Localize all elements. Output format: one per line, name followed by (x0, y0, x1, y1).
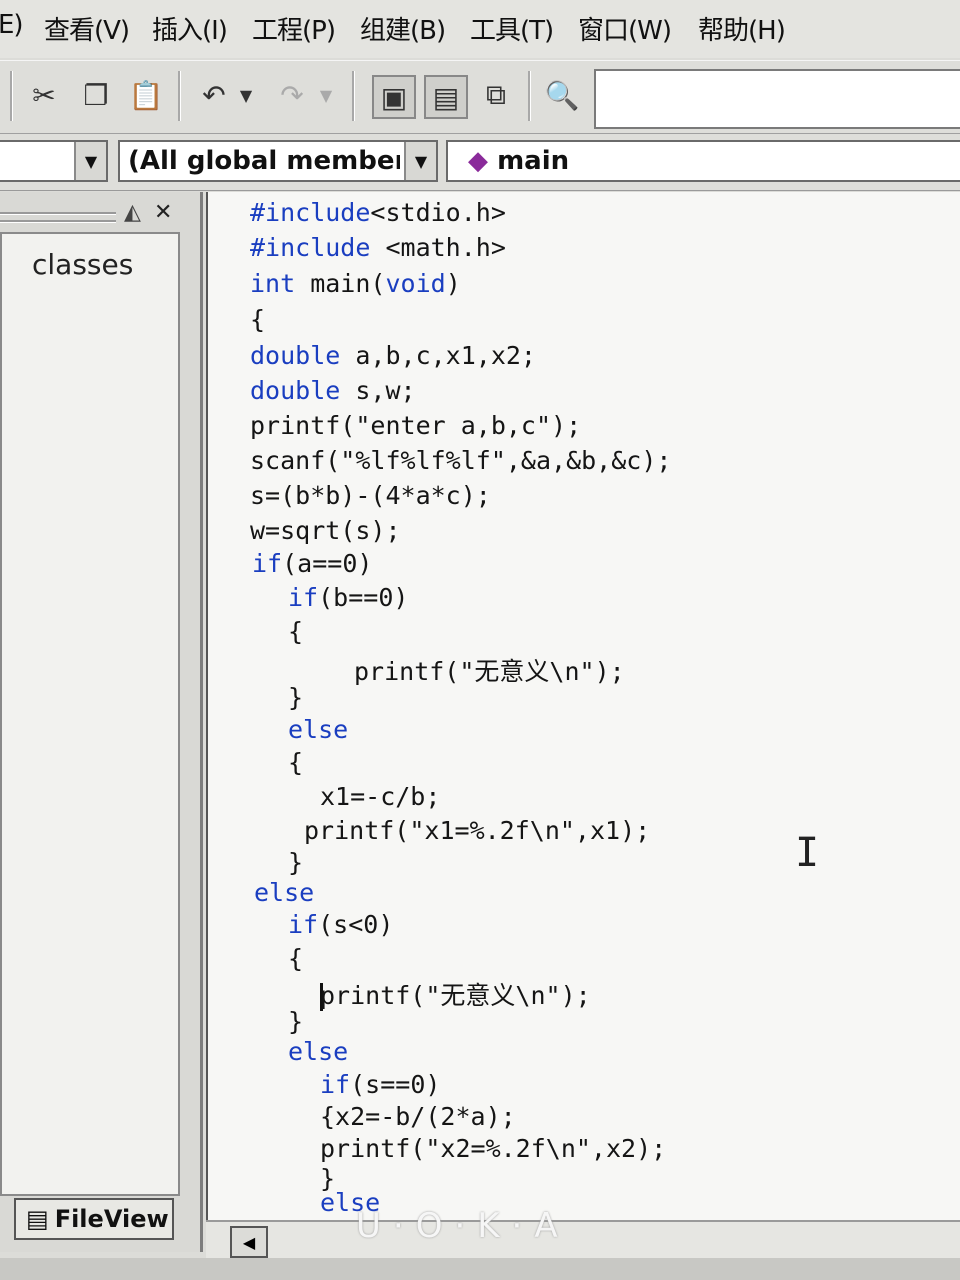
code-line: { (250, 305, 266, 334)
code-line: printf("x2=%.2f\n",x2); (320, 1134, 667, 1163)
workspace-icon[interactable]: ▣ (372, 75, 416, 119)
preprocessor-directive: #include (250, 233, 371, 262)
tree-item-classes[interactable]: classes (32, 248, 133, 281)
code-line: else (254, 878, 314, 907)
keyword: void (385, 269, 446, 298)
code-line: scanf("%lf%lf%lf",&a,&b,&c); (250, 446, 672, 475)
code-line: } (288, 1007, 304, 1036)
class-tree[interactable]: classes (0, 232, 180, 1196)
code-line: #include <math.h> (250, 233, 506, 262)
function-icon: ◆ (468, 146, 488, 176)
redo-icon[interactable]: ↷ (272, 75, 312, 115)
keyword: double (250, 341, 341, 370)
scroll-left-icon[interactable]: ◀ (230, 1226, 268, 1258)
toolbar-separator (10, 71, 13, 121)
code-line: #include<stdio.h> (250, 198, 506, 227)
preprocessor-directive: #include (250, 198, 371, 227)
close-icon[interactable]: ✕ (154, 200, 172, 225)
chevron-down-icon[interactable]: ▼ (404, 142, 436, 180)
workspace-pane: ◭ ✕ classes ▤ FileView (0, 192, 203, 1252)
undo-dropdown-icon[interactable]: ▼ (234, 75, 258, 115)
menu-tools[interactable]: 工具(T) (470, 10, 554, 47)
keyword: if (252, 549, 283, 578)
code-line-text: printf("无意义\n"); (320, 981, 591, 1010)
code-line: s=(b*b)-(4*a*c); (250, 481, 491, 510)
toolbar-separator (528, 71, 531, 121)
function-name: main (497, 146, 570, 176)
menu-build[interactable]: 组建(B) (360, 10, 446, 47)
code-line: x1=-c/b; (320, 782, 441, 811)
code-line: {x2=-b/(2*a); (320, 1102, 516, 1131)
workspace-header: ◭ ✕ (0, 200, 184, 230)
code-line: double a,b,c,x1,x2; (250, 341, 536, 370)
code-line: if(b==0) (288, 583, 409, 612)
code-line: int main(void) (250, 269, 461, 298)
grip-bar[interactable] (0, 212, 116, 215)
redo-dropdown-icon[interactable]: ▼ (314, 75, 338, 115)
undo-icon[interactable]: ↶ (194, 75, 234, 115)
wizard-bar: ▼ (All global members ▼ ◆ main (0, 134, 960, 191)
chevron-down-icon[interactable]: ▼ (74, 142, 106, 180)
code-line: else (288, 715, 348, 744)
cut-icon[interactable]: ✂ (24, 75, 64, 115)
maximize-icon[interactable]: ◭ (124, 200, 141, 225)
window-list-icon[interactable]: ⧉ (476, 75, 516, 115)
output-icon[interactable]: ▤ (424, 75, 468, 119)
grip-bar[interactable] (0, 220, 116, 223)
code-line: } (288, 848, 304, 877)
keyword: else (254, 878, 315, 907)
members-combo[interactable]: (All global members ▼ (118, 140, 438, 182)
find-in-files-icon[interactable]: 🔍 (542, 75, 582, 115)
code-editor[interactable]: #include<stdio.h> #include <math.h> int … (206, 192, 960, 1252)
menu-insert[interactable]: 插入(I) (152, 10, 228, 47)
keyword: else (288, 715, 349, 744)
tab-fileview[interactable]: ▤ FileView (14, 1198, 174, 1240)
code-line: printf("无意义\n"); (354, 657, 625, 686)
keyword: int (250, 269, 296, 298)
keyword: if (288, 910, 319, 939)
code-line: double s,w; (250, 376, 416, 405)
menu-window[interactable]: 窗口(W) (578, 10, 672, 47)
watermark: U·O·K·A (356, 1206, 570, 1246)
code-line: { (288, 617, 304, 646)
find-combo[interactable] (594, 69, 960, 129)
copy-icon[interactable]: ❐ (76, 75, 116, 115)
function-combo[interactable]: ◆ main (446, 140, 960, 182)
toolbar-separator (352, 71, 355, 121)
keyword: if (320, 1070, 351, 1099)
status-strip (0, 1258, 960, 1280)
code-line: } (288, 683, 304, 712)
tab-fileview-label: FileView (54, 1205, 169, 1233)
keyword: if (288, 583, 319, 612)
menu-edit[interactable]: E) (0, 10, 24, 40)
code-line: w=sqrt(s); (250, 516, 401, 545)
class-combo[interactable]: ▼ (0, 140, 108, 182)
menu-bar: E) 查看(V) 插入(I) 工程(P) 组建(B) 工具(T) 窗口(W) 帮… (0, 0, 960, 58)
code-line: { (288, 748, 304, 777)
keyword: else (288, 1037, 349, 1066)
text-cursor-ibeam-icon: I (795, 830, 820, 876)
toolbar-separator (178, 71, 181, 121)
standard-toolbar: ✂ ❐ 📋 ↶ ▼ ↷ ▼ ▣ ▤ ⧉ 🔍 (0, 60, 960, 134)
horizontal-scrollbar[interactable]: ◀ (206, 1220, 960, 1258)
menu-help[interactable]: 帮助(H) (698, 10, 786, 47)
keyword: double (250, 376, 341, 405)
code-line: { (288, 944, 304, 973)
code-line: if(a==0) (252, 549, 373, 578)
function-combo-value: ◆ main (468, 146, 569, 176)
code-line: printf("enter a,b,c"); (250, 411, 582, 440)
menu-project[interactable]: 工程(P) (252, 10, 336, 47)
menu-view[interactable]: 查看(V) (44, 10, 130, 47)
code-line: printf("x1=%.2f\n",x1); (304, 816, 651, 845)
document-icon: ▤ (26, 1205, 49, 1233)
paste-icon[interactable]: 📋 (126, 75, 166, 115)
code-line: printf("无意义\n"); (320, 976, 591, 1012)
code-line: else (288, 1037, 348, 1066)
code-line: if(s==0) (320, 1070, 441, 1099)
members-combo-value: (All global members (128, 146, 400, 176)
code-line: if(s<0) (288, 910, 394, 939)
